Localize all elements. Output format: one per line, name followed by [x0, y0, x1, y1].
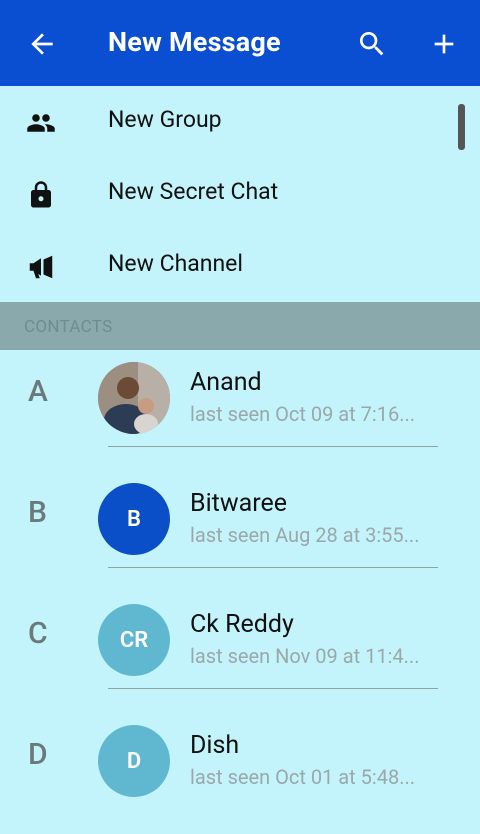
avatar: B [98, 483, 170, 555]
new-secret-chat-label: New Secret Chat [108, 178, 279, 205]
group-icon [27, 114, 55, 132]
avatar-initials: CR [119, 627, 149, 653]
divider [108, 567, 438, 568]
contact-name: Dish [190, 731, 240, 760]
scrollbar[interactable] [458, 104, 465, 150]
contacts-section-header: CONTACTS [0, 302, 480, 350]
index-letter: A [28, 374, 48, 409]
contact-row-dish[interactable]: D D Dish last seen Oct 01 at 5:48... [0, 713, 480, 834]
new-group-item[interactable]: New Group [0, 86, 480, 158]
divider [108, 446, 438, 447]
last-seen: last seen Oct 01 at 5:48... [190, 765, 416, 789]
search-icon[interactable] [356, 28, 388, 60]
avatar [98, 362, 170, 434]
index-letter: C [28, 616, 48, 651]
last-seen: last seen Nov 09 at 11:4... [190, 644, 420, 668]
contact-name: Anand [190, 368, 262, 397]
plus-icon[interactable] [428, 28, 460, 60]
new-group-label: New Group [108, 106, 222, 133]
last-seen: last seen Oct 09 at 7:16... [190, 402, 416, 426]
index-letter: B [28, 495, 47, 530]
avatar: CR [98, 604, 170, 676]
arrow-back-icon[interactable] [26, 28, 58, 60]
app-bar: New Message [0, 0, 480, 86]
last-seen: last seen Aug 28 at 3:55... [190, 523, 420, 547]
contact-row-bitwaree[interactable]: B B Bitwaree last seen Aug 28 at 3:55... [0, 471, 480, 592]
contact-row-anand[interactable]: A Anand last seen Oct 09 at 7:16... [0, 350, 480, 471]
megaphone-icon [29, 255, 53, 279]
contact-name: Bitwaree [190, 489, 287, 518]
new-secret-chat-item[interactable]: New Secret Chat [0, 158, 480, 230]
index-letter: D [28, 737, 48, 772]
avatar-initials: B [127, 506, 141, 532]
new-channel-label: New Channel [108, 250, 243, 277]
contact-name: Ck Reddy [190, 610, 294, 639]
section-label: CONTACTS [24, 317, 113, 337]
new-channel-item[interactable]: New Channel [0, 230, 480, 302]
contact-row-ck-reddy[interactable]: C CR Ck Reddy last seen Nov 09 at 11:4..… [0, 592, 480, 713]
avatar-initials: D [126, 748, 142, 774]
profile-photo [98, 362, 170, 434]
avatar: D [98, 725, 170, 797]
divider [108, 688, 438, 689]
lock-icon [31, 181, 51, 208]
page-title: New Message [108, 26, 281, 58]
